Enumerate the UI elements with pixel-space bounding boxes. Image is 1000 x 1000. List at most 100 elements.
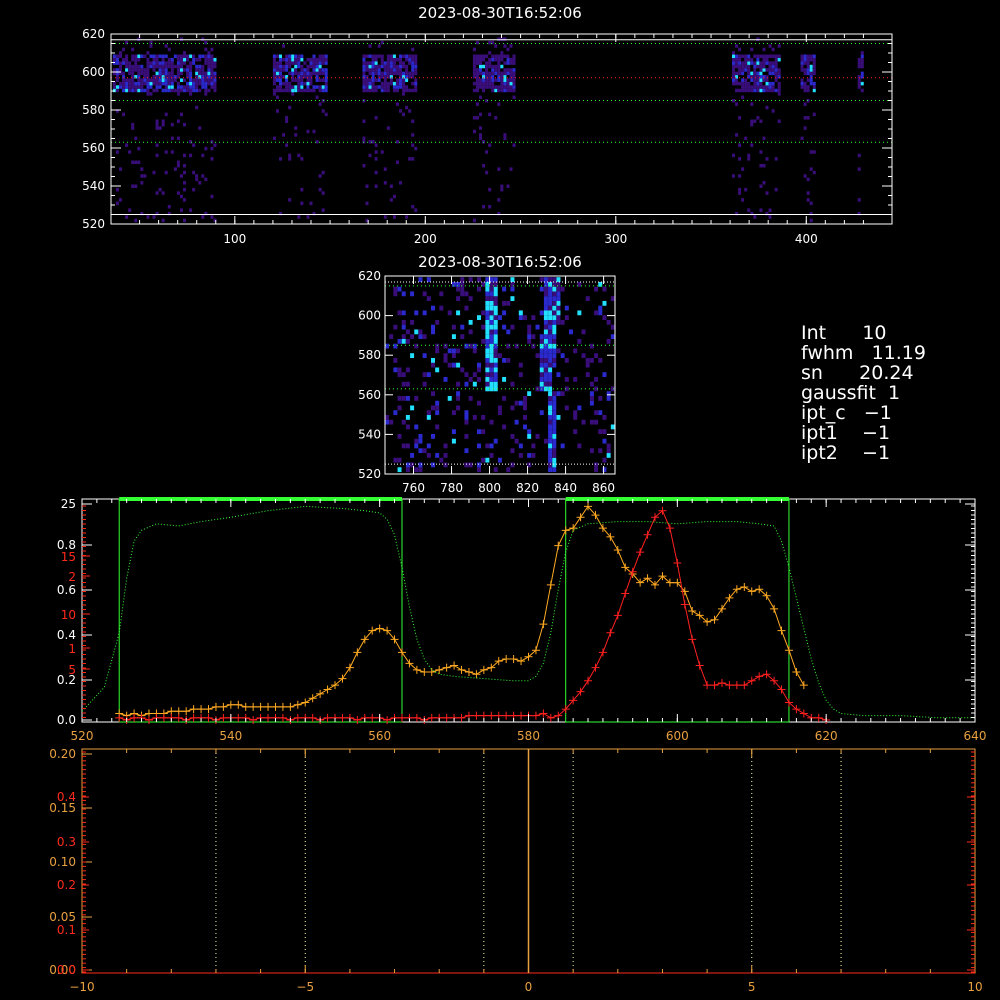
heat-pixel bbox=[318, 54, 322, 59]
heat-pixel bbox=[485, 170, 489, 175]
heat-pixel bbox=[173, 167, 177, 171]
heat-pixel bbox=[143, 78, 147, 82]
heat-pixel bbox=[573, 348, 578, 354]
heat-pixel bbox=[456, 362, 461, 368]
heat-pixel bbox=[512, 85, 516, 89]
heat-pixel bbox=[543, 324, 548, 330]
x-tick-label: 840 bbox=[554, 481, 577, 495]
heat-pixel bbox=[131, 160, 135, 165]
heat-pixel bbox=[731, 153, 735, 158]
heat-pixel bbox=[744, 57, 748, 62]
heat-pixel bbox=[161, 119, 165, 123]
heat-pixel bbox=[324, 61, 328, 65]
data-point-red bbox=[799, 709, 808, 718]
heat-pixel bbox=[300, 54, 304, 59]
heat-pixel bbox=[741, 71, 745, 76]
y2-tick-label: 1 bbox=[68, 642, 76, 656]
heat-pixel bbox=[383, 68, 387, 72]
heat-pixel bbox=[556, 315, 561, 321]
heat-pixel bbox=[477, 443, 481, 449]
heat-pixel bbox=[481, 324, 486, 330]
heat-pixel bbox=[275, 109, 279, 113]
heat-pixel bbox=[759, 64, 763, 69]
heat-pixel bbox=[399, 71, 403, 76]
heat-pixel bbox=[152, 88, 156, 93]
heat-pixel bbox=[405, 381, 410, 387]
heat-pixel bbox=[192, 61, 196, 65]
data-point-red bbox=[353, 716, 362, 724]
heat-pixel bbox=[809, 64, 813, 69]
heat-pixel bbox=[464, 410, 469, 416]
heat-pixel bbox=[500, 64, 504, 69]
heat-pixel bbox=[173, 54, 177, 59]
heat-pixel bbox=[176, 119, 180, 123]
heat-pixel bbox=[306, 215, 310, 219]
heat-pixel bbox=[176, 54, 180, 59]
heat-pixel bbox=[195, 68, 199, 72]
heat-pixel bbox=[426, 414, 431, 420]
heat-pixel bbox=[503, 61, 507, 65]
heat-pixel bbox=[164, 112, 168, 117]
heat-pixel bbox=[183, 153, 187, 158]
heat-pixel bbox=[131, 85, 135, 89]
heat-pixel bbox=[800, 64, 804, 69]
heat-pixel bbox=[477, 286, 481, 292]
heat-pixel bbox=[741, 61, 745, 65]
figure: 2023-08-30T16:52:06100 200 300 400520540560… bbox=[49, 4, 986, 994]
heat-pixel bbox=[560, 443, 565, 449]
x-tick-label: 300 bbox=[604, 232, 627, 246]
heat-pixel bbox=[401, 381, 406, 387]
heat-pixel bbox=[735, 71, 739, 76]
heat-pixel bbox=[493, 357, 498, 363]
heat-pixel bbox=[149, 81, 153, 86]
heat-pixel bbox=[213, 88, 217, 93]
heat-pixel bbox=[735, 81, 739, 86]
heat-pixel bbox=[386, 64, 390, 69]
heat-pixel bbox=[115, 85, 119, 89]
heat-pixel bbox=[765, 57, 769, 62]
heat-pixel bbox=[548, 296, 553, 301]
heat-pixel bbox=[374, 71, 378, 76]
data-point-orange bbox=[747, 587, 756, 596]
data-point-orange bbox=[509, 654, 518, 663]
heat-pixel bbox=[738, 64, 742, 69]
heat-pixel bbox=[306, 71, 310, 76]
heat-pixel bbox=[472, 61, 476, 65]
heat-pixel bbox=[485, 376, 490, 382]
heat-pixel bbox=[606, 443, 611, 449]
heat-pixel bbox=[497, 54, 501, 59]
heat-pixel bbox=[506, 57, 510, 62]
heat-pixel bbox=[857, 167, 861, 171]
heat-pixel bbox=[488, 112, 492, 117]
heat-pixel bbox=[543, 367, 548, 373]
heat-pixel bbox=[397, 467, 402, 473]
heat-pixel bbox=[762, 85, 766, 89]
heat-pixel bbox=[502, 310, 507, 316]
y-tick-label: 580 bbox=[82, 103, 105, 117]
heat-pixel bbox=[750, 102, 754, 106]
heat-pixel bbox=[170, 61, 174, 65]
heat-pixel bbox=[539, 310, 544, 316]
heat-pixel bbox=[414, 57, 418, 62]
heat-pixel bbox=[543, 286, 548, 292]
heat-pixel bbox=[189, 64, 193, 69]
heat-pixel bbox=[502, 300, 507, 306]
heat-pixel bbox=[393, 357, 398, 363]
heat-pixel bbox=[735, 57, 739, 62]
heat-pixel bbox=[514, 343, 519, 349]
heat-pixel bbox=[506, 184, 510, 188]
heat-pixel bbox=[468, 296, 473, 301]
heat-pixel bbox=[475, 85, 479, 89]
data-point-orange bbox=[278, 702, 287, 711]
heat-pixel bbox=[170, 78, 174, 82]
heat-pixel bbox=[523, 424, 527, 430]
heat-pixel bbox=[399, 54, 403, 59]
heat-pixel bbox=[186, 57, 190, 62]
heat-pixel bbox=[531, 315, 536, 321]
heat-pixel bbox=[282, 64, 286, 69]
heat-pixel bbox=[759, 208, 763, 212]
heat-pixel bbox=[488, 51, 492, 55]
heat-pixel bbox=[497, 405, 502, 411]
heat-pixel bbox=[401, 291, 406, 297]
x-tick-label: 760 bbox=[402, 481, 425, 495]
